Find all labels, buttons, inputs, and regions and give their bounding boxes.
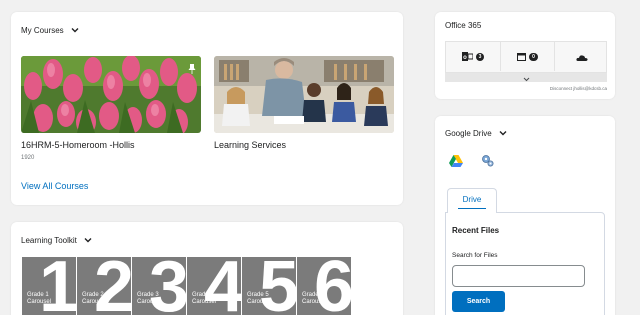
chevron-down-icon[interactable] <box>83 235 93 245</box>
tile-number: 5 <box>258 257 296 315</box>
tab-drive[interactable]: Drive <box>447 188 497 213</box>
learning-toolkit-header[interactable]: Learning Toolkit <box>21 235 93 245</box>
tile-number: 6 <box>313 257 351 315</box>
chevron-down-icon <box>523 69 530 87</box>
mail-count-badge: 3 <box>475 52 485 61</box>
svg-text:o: o <box>463 55 467 61</box>
tile-number: 1 <box>38 257 76 315</box>
my-courses-title: My Courses <box>21 25 64 35</box>
grade-6-carousel-tile[interactable]: 6 Grade 6 Carousel <box>297 257 351 315</box>
google-drive-icons <box>449 154 494 172</box>
tile-label: Grade 6 Carousel <box>302 292 327 305</box>
disconnect-link[interactable]: Disconnect jhollis@kdcsb.ca <box>550 86 607 91</box>
calendar-count-badge: 0 <box>529 52 538 61</box>
mail-button[interactable]: o 3 <box>446 42 500 71</box>
tile-number: 2 <box>93 257 131 315</box>
recent-files-heading: Recent Files <box>452 226 500 235</box>
my-courses-widget: My Courses 16HRM-5-Homeroom -Hollis 1920… <box>11 12 403 205</box>
search-button[interactable]: Search <box>452 291 505 312</box>
google-drive-widget: Google Drive Drive Recent Files Search f… <box>435 116 615 315</box>
grade-3-carousel-tile[interactable]: 3 Grade 3 Carousel <box>132 257 186 315</box>
grade-5-carousel-tile[interactable]: 5 Grade 5 Carousel <box>242 257 296 315</box>
pin-icon[interactable] <box>188 61 196 74</box>
course-image-tulips[interactable] <box>21 56 201 133</box>
grade-2-carousel-tile[interactable]: 2 Grade 2 Carousel <box>77 257 131 315</box>
grade-1-carousel-tile[interactable]: 1 Grade 1 Carousel <box>22 257 76 315</box>
onedrive-button[interactable] <box>554 42 608 71</box>
tile-label: Grade 5 Carousel <box>247 292 272 305</box>
course-name[interactable]: 16HRM-5-Homeroom -Hollis <box>21 140 201 150</box>
view-all-courses-link[interactable]: View All Courses <box>21 181 88 191</box>
tile-number: 4 <box>203 257 241 315</box>
learning-toolkit-widget: Learning Toolkit 1 Grade 1 Carousel 2 Grad… <box>11 222 403 315</box>
office-365-title: Office 365 <box>445 21 482 30</box>
course-tile-learning-services[interactable]: Learning Services <box>214 56 394 150</box>
onedrive-cloud-icon <box>575 48 588 66</box>
tile-number: 3 <box>148 257 186 315</box>
learning-toolkit-title: Learning Toolkit <box>21 235 77 245</box>
chevron-down-icon[interactable] <box>498 128 508 138</box>
office-365-header: Office 365 <box>445 21 481 30</box>
search-files-input[interactable] <box>452 265 585 287</box>
google-drive-header[interactable]: Google Drive <box>445 128 508 138</box>
google-drive-icon[interactable] <box>449 154 463 172</box>
outlook-mail-icon: o <box>461 48 474 66</box>
office-365-widget: Office 365 o 3 0 Disconnect jhollis@kdcs… <box>435 12 615 99</box>
settings-gear-icon[interactable] <box>481 154 494 172</box>
tile-label: Grade 2 Carousel <box>82 292 107 305</box>
office-365-expand[interactable] <box>445 73 607 82</box>
google-drive-title: Google Drive <box>445 128 492 138</box>
carousel-tiles: 1 Grade 1 Carousel 2 Grade 2 Carousel 3 Gra… <box>22 257 351 315</box>
course-image-classroom[interactable] <box>214 56 394 133</box>
tile-label: Grade 4 Carousel <box>192 292 217 305</box>
chevron-down-icon[interactable] <box>70 25 80 35</box>
search-files-label: Search for Files <box>452 252 498 259</box>
grade-4-carousel-tile[interactable]: 4 Grade 4 Carousel <box>187 257 241 315</box>
calendar-button[interactable]: 0 <box>500 42 554 71</box>
course-name[interactable]: Learning Services <box>214 140 394 150</box>
calendar-icon <box>517 48 527 66</box>
course-tile-homeroom[interactable]: 16HRM-5-Homeroom -Hollis 1920 <box>21 56 201 161</box>
course-code: 1920 <box>21 155 35 161</box>
my-courses-header[interactable]: My Courses <box>21 25 80 35</box>
tile-label: Grade 1 Carousel <box>27 292 52 305</box>
drive-panel: Recent Files Search for Files Search <box>445 212 605 315</box>
tile-label: Grade 3 Carousel <box>137 292 162 305</box>
